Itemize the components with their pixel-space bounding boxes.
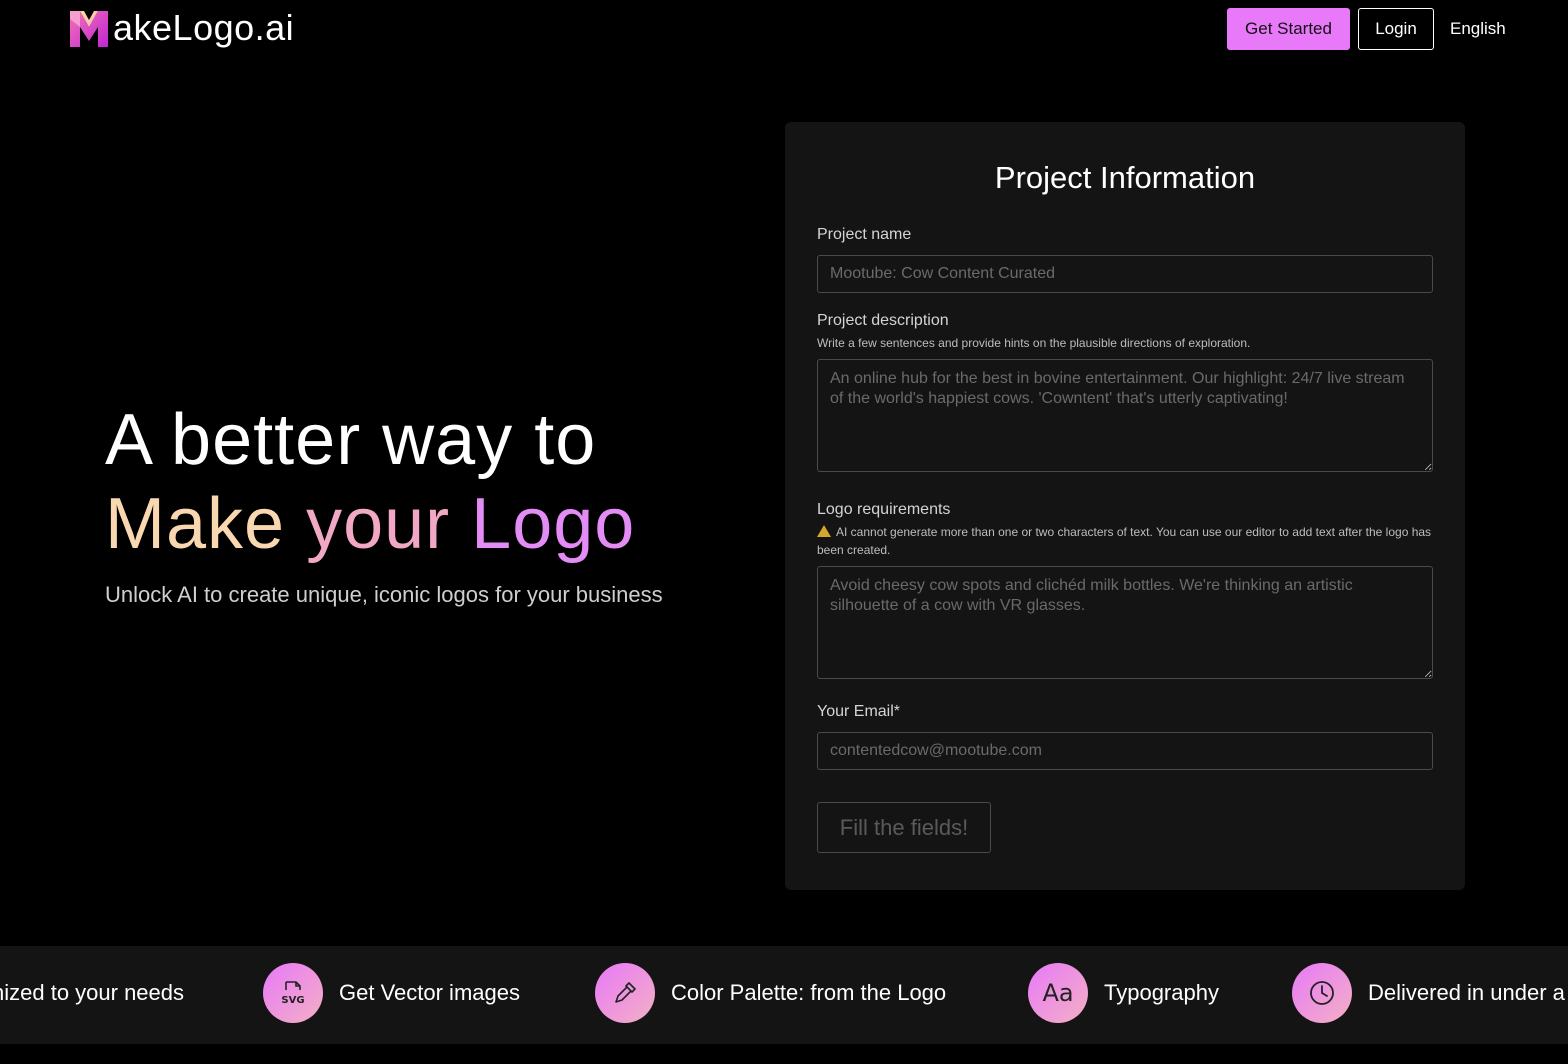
login-button[interactable]: Login bbox=[1358, 8, 1434, 50]
get-started-button[interactable]: Get Started bbox=[1227, 8, 1350, 50]
email-group: Your Email* bbox=[817, 703, 1433, 770]
svg-file-icon: SVG bbox=[263, 963, 323, 1023]
logo-requirements-textarea[interactable] bbox=[817, 566, 1433, 679]
submit-button[interactable]: Fill the fields! bbox=[817, 802, 991, 853]
typography-icon: Aa bbox=[1028, 963, 1088, 1023]
project-name-group: Project name bbox=[817, 226, 1433, 293]
project-name-input[interactable] bbox=[817, 255, 1433, 293]
logo-requirements-label: Logo requirements bbox=[817, 501, 951, 518]
logo-text: akeLogo.ai bbox=[113, 7, 295, 48]
svg-text:SVG: SVG bbox=[281, 995, 304, 1006]
feature-label: Typography bbox=[1104, 980, 1219, 1005]
warning-icon bbox=[817, 525, 831, 537]
features-strip: nized to your needs SVG Get Vector image… bbox=[0, 946, 1568, 1044]
feature-item-typography: Aa Typography bbox=[1028, 963, 1219, 1023]
hero-headline-line2: Make your Logo bbox=[105, 482, 745, 566]
project-name-label: Project name bbox=[817, 226, 912, 243]
feature-label: Get Vector images bbox=[339, 980, 520, 1005]
feature-item-delivered: Delivered in under a bbox=[1292, 963, 1565, 1023]
hero-headline-line1: A better way to bbox=[105, 400, 597, 480]
clock-icon bbox=[1292, 963, 1352, 1023]
project-description-hint: Write a few sentences and provide hints … bbox=[817, 336, 1251, 350]
feature-label: nized to your needs bbox=[0, 980, 185, 1005]
language-selector[interactable]: English bbox=[1450, 19, 1506, 39]
logo-requirements-group: Logo requirements AI cannot generate mor… bbox=[817, 501, 1433, 684]
hero-section: A better way to Make your Logo Unlock AI… bbox=[105, 398, 745, 608]
top-nav: Get Started Login English bbox=[1227, 8, 1506, 50]
hero-word-logo: Logo bbox=[471, 484, 636, 564]
hero-word-make: Make bbox=[105, 484, 286, 564]
logo-m-icon bbox=[70, 11, 108, 47]
feature-item-customized: nized to your needs bbox=[0, 963, 184, 1023]
email-input[interactable] bbox=[817, 732, 1433, 770]
project-description-textarea[interactable] bbox=[817, 359, 1433, 472]
project-description-group: Project description Write a few sentence… bbox=[817, 312, 1433, 477]
hero-word-your: your bbox=[306, 484, 451, 564]
feature-item-color-palette: Color Palette: from the Logo bbox=[595, 963, 946, 1023]
email-label: Your Email* bbox=[817, 703, 901, 720]
project-description-label: Project description bbox=[817, 312, 949, 329]
feature-label: Delivered in under a bbox=[1368, 980, 1565, 1005]
eyedropper-icon bbox=[595, 963, 655, 1023]
project-info-card: Project Information Project name Project… bbox=[785, 122, 1465, 890]
feature-label: Color Palette: from the Logo bbox=[671, 980, 947, 1005]
hero-subtitle: Unlock AI to create unique, iconic logos… bbox=[105, 582, 663, 607]
logo-requirements-hint: AI cannot generate more than one or two … bbox=[817, 523, 1433, 559]
logo-requirements-hint-text: AI cannot generate more than one or two … bbox=[817, 525, 1432, 557]
feature-item-vector: SVG Get Vector images bbox=[263, 963, 520, 1023]
form-title: Project Information bbox=[994, 160, 1256, 195]
site-logo[interactable]: akeLogo.ai bbox=[68, 6, 294, 50]
top-header: akeLogo.ai Get Started Login English bbox=[0, 0, 1568, 60]
